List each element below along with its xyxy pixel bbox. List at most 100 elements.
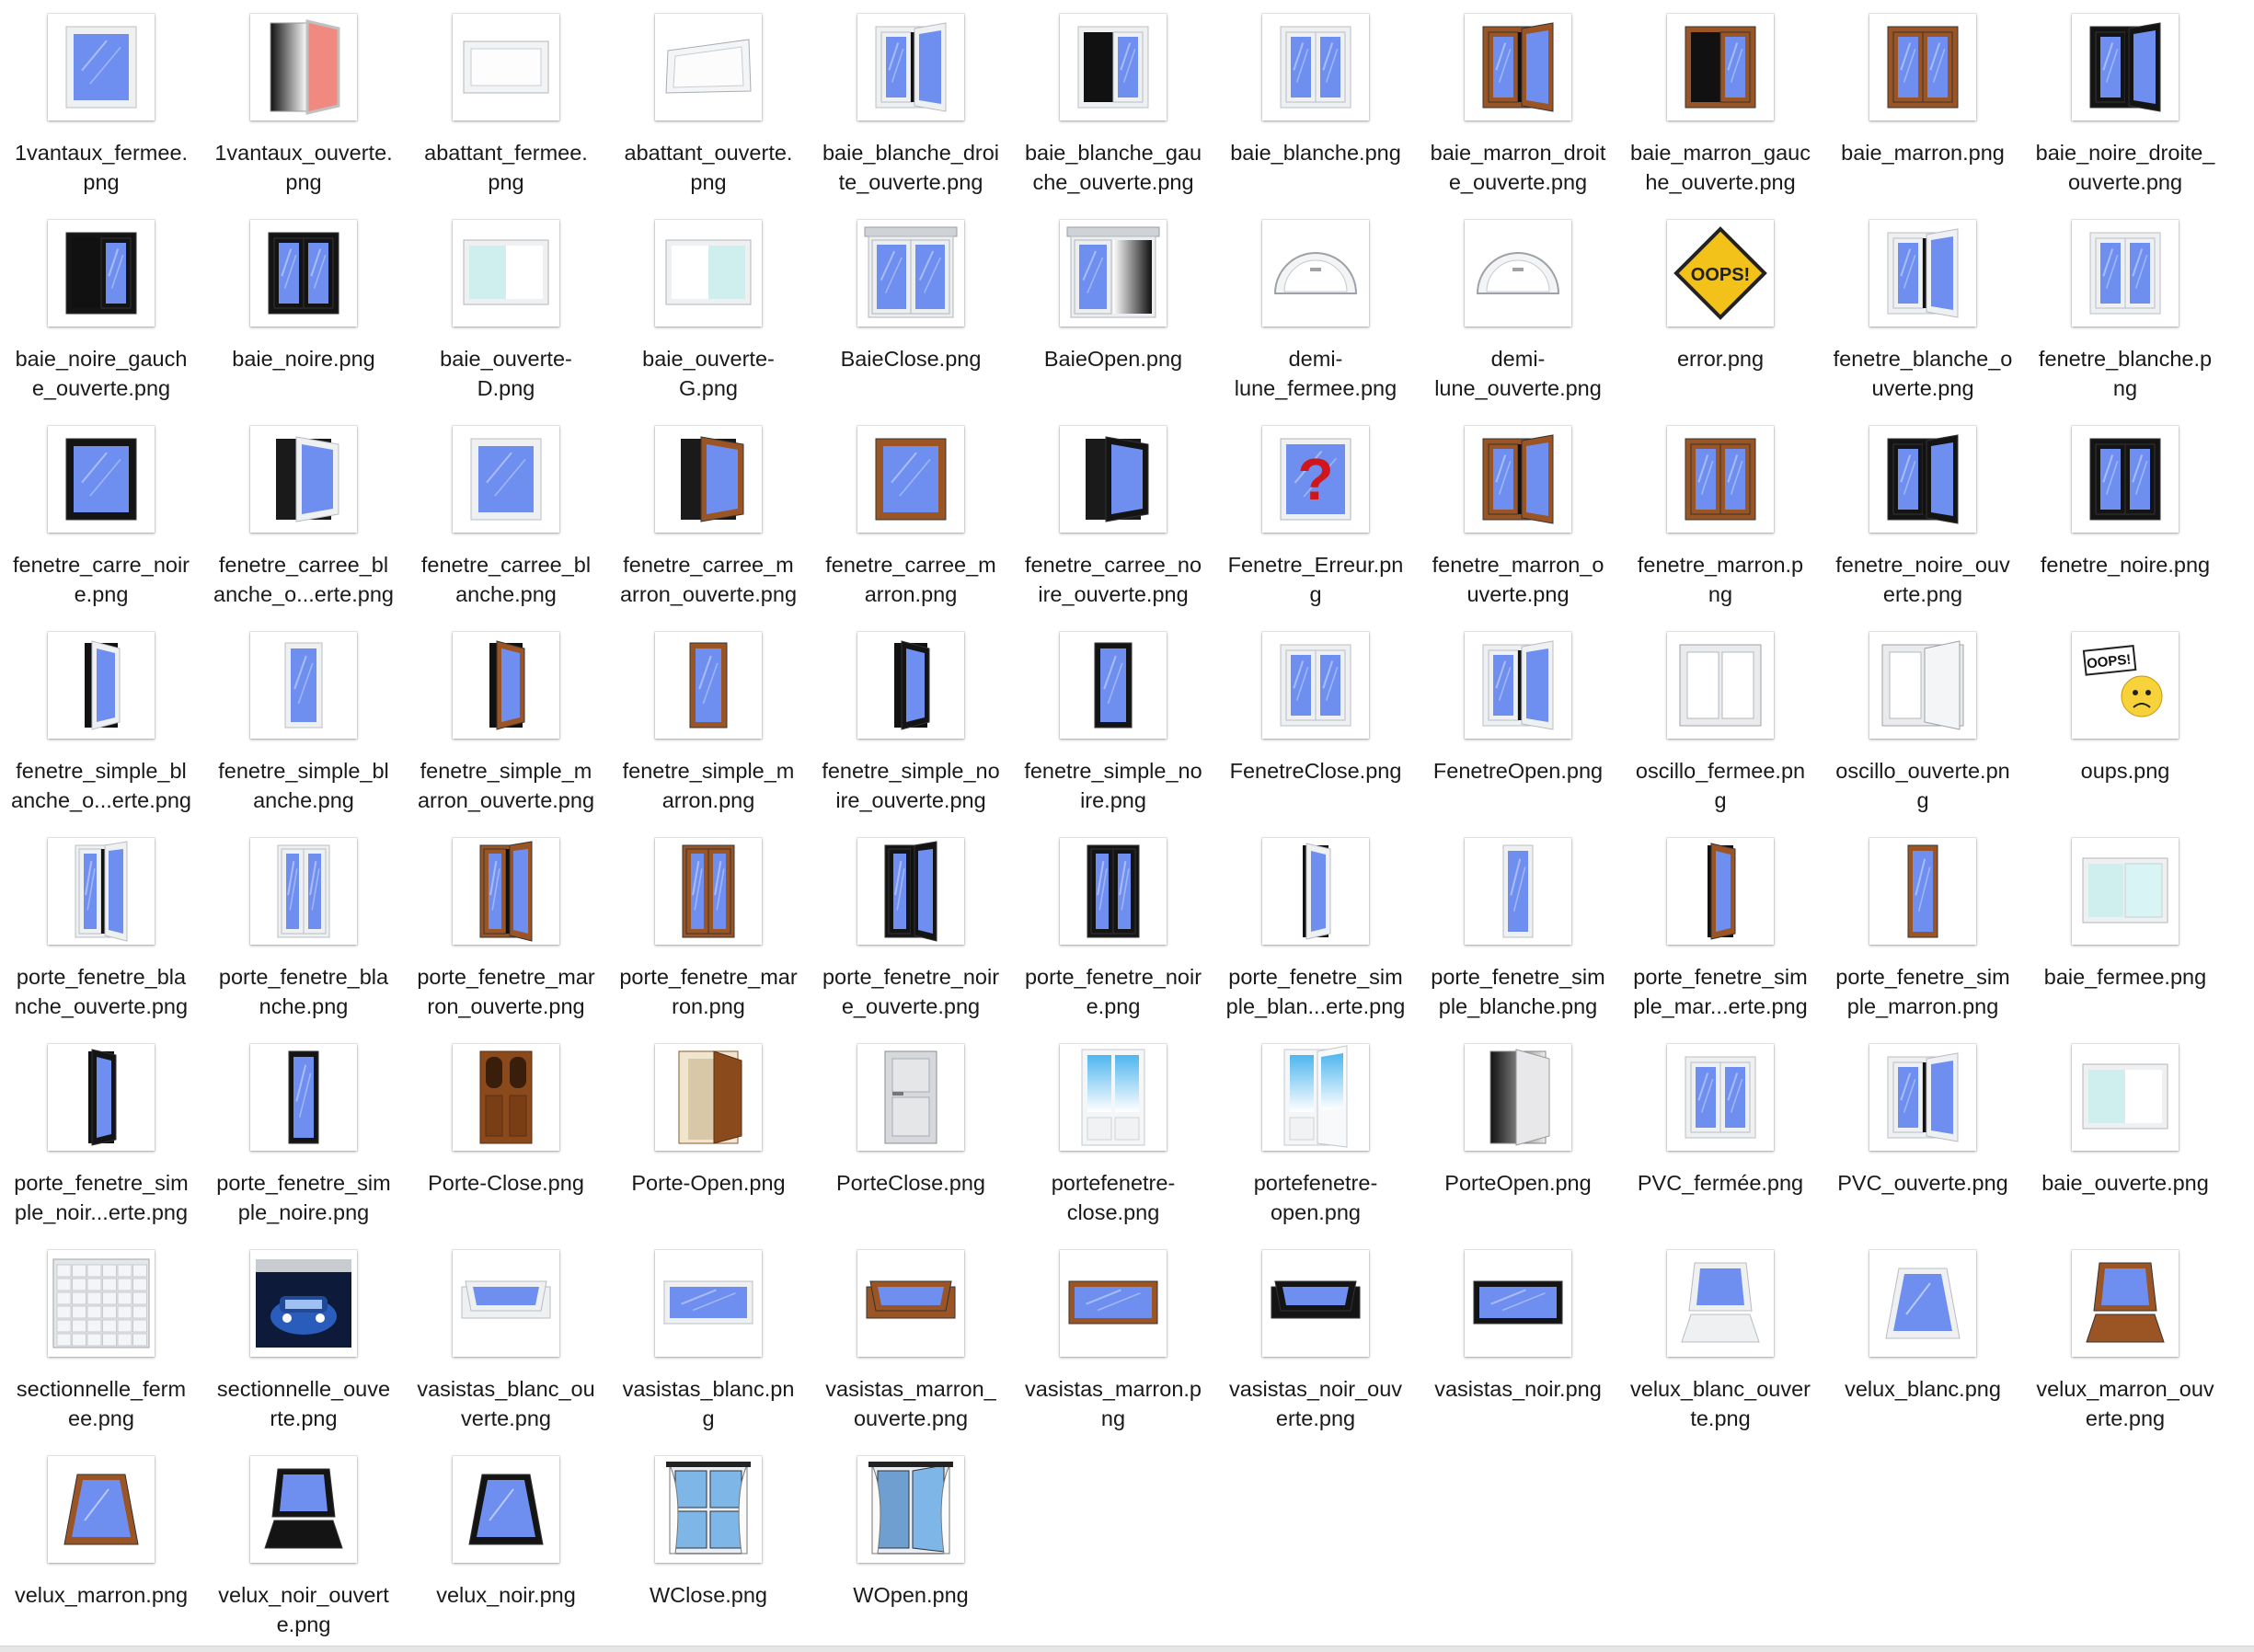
file-thumbnail[interactable] xyxy=(857,13,965,121)
file-item[interactable]: fenetre_carree_bl anche.png xyxy=(405,412,607,618)
file-item[interactable]: OOPS! error.png xyxy=(1619,206,1822,412)
file-name-label[interactable]: portefenetre-open.png xyxy=(1218,1168,1413,1227)
file-name-label[interactable]: 1vantaux_ouverte. png xyxy=(206,138,401,197)
file-thumbnail[interactable] xyxy=(1261,1249,1370,1358)
file-item[interactable]: 1vantaux_ouverte. png xyxy=(202,0,405,206)
file-thumbnail[interactable] xyxy=(1059,837,1167,946)
file-thumbnail[interactable] xyxy=(857,631,965,740)
file-name-label[interactable]: porte_fenetre_sim ple_mar...erte.png xyxy=(1623,962,1818,1021)
file-name-label[interactable]: sectionnelle_ouve rte.png xyxy=(206,1374,401,1433)
file-name-label[interactable]: baie_blanche_droi te_ouverte.png xyxy=(813,138,1008,197)
file-item[interactable]: fenetre_marron.p ng xyxy=(1619,412,1822,618)
file-item[interactable]: baie_noire.png xyxy=(202,206,405,412)
file-name-label[interactable]: velux_marron_ouv erte.png xyxy=(2028,1374,2223,1433)
file-name-label[interactable]: baie_noire.png xyxy=(206,344,401,373)
file-thumbnail[interactable] xyxy=(2071,219,2179,327)
file-thumbnail[interactable] xyxy=(1869,425,1977,533)
file-item[interactable]: demi-lune_ouverte.png xyxy=(1417,206,1619,412)
file-thumbnail[interactable] xyxy=(2071,837,2179,946)
file-item[interactable]: velux_blanc_ouver te.png xyxy=(1619,1236,1822,1442)
file-item[interactable]: fenetre_noire_ouv erte.png xyxy=(1822,412,2024,618)
file-thumbnail[interactable] xyxy=(1059,219,1167,327)
file-name-label[interactable]: Porte-Close.png xyxy=(408,1168,604,1198)
file-name-label[interactable]: porte_fenetre_mar ron_ouverte.png xyxy=(408,962,604,1021)
file-item[interactable]: BaieClose.png xyxy=(810,206,1012,412)
file-thumbnail[interactable] xyxy=(47,13,155,121)
file-thumbnail[interactable] xyxy=(857,425,965,533)
file-thumbnail[interactable] xyxy=(452,425,560,533)
file-thumbnail[interactable] xyxy=(1869,837,1977,946)
file-item[interactable]: demi-lune_fermee.png xyxy=(1214,206,1417,412)
file-thumbnail[interactable] xyxy=(1059,425,1167,533)
file-item[interactable]: fenetre_blanche.p ng xyxy=(2024,206,2226,412)
file-item[interactable]: WClose.png xyxy=(607,1442,810,1648)
file-thumbnail[interactable] xyxy=(452,1043,560,1152)
file-thumbnail[interactable] xyxy=(452,13,560,121)
file-name-label[interactable]: fenetre_carree_m arron_ouverte.png xyxy=(611,550,806,609)
file-name-label[interactable]: porte_fenetre_mar ron.png xyxy=(611,962,806,1021)
file-name-label[interactable]: PVC_fermée.png xyxy=(1623,1168,1818,1198)
file-name-label[interactable]: Fenetre_Erreur.pn g xyxy=(1218,550,1413,609)
file-name-label[interactable]: WOpen.png xyxy=(813,1580,1008,1610)
file-name-label[interactable]: fenetre_simple_m arron_ouverte.png xyxy=(408,756,604,815)
file-item[interactable]: baie_fermee.png xyxy=(2024,824,2226,1030)
file-item[interactable]: fenetre_simple_no ire.png xyxy=(1012,618,1214,824)
file-name-label[interactable]: velux_blanc.png xyxy=(1825,1374,2020,1404)
file-name-label[interactable]: PorteOpen.png xyxy=(1420,1168,1616,1198)
file-thumbnail[interactable] xyxy=(47,425,155,533)
file-name-label[interactable]: fenetre_carree_bl anche.png xyxy=(408,550,604,609)
file-name-label[interactable]: fenetre_noire.png xyxy=(2028,550,2223,579)
file-name-label[interactable]: fenetre_marron_o uverte.png xyxy=(1420,550,1616,609)
file-item[interactable]: fenetre_simple_bl anche_o...erte.png xyxy=(0,618,202,824)
file-thumbnail[interactable] xyxy=(654,13,763,121)
file-item[interactable]: PorteClose.png xyxy=(810,1030,1012,1236)
file-thumbnail[interactable] xyxy=(654,1043,763,1152)
file-thumbnail[interactable] xyxy=(1666,1043,1775,1152)
file-thumbnail[interactable] xyxy=(452,631,560,740)
file-name-label[interactable]: PVC_ouverte.png xyxy=(1825,1168,2020,1198)
file-thumbnail[interactable] xyxy=(1464,219,1572,327)
file-thumbnail[interactable] xyxy=(1059,1249,1167,1358)
file-name-label[interactable]: Porte-Open.png xyxy=(611,1168,806,1198)
file-item[interactable]: baie_blanche_droi te_ouverte.png xyxy=(810,0,1012,206)
file-name-label[interactable]: baie_noire_gauch e_ouverte.png xyxy=(4,344,199,403)
file-thumbnail[interactable] xyxy=(1869,1043,1977,1152)
file-thumbnail[interactable] xyxy=(654,837,763,946)
file-name-label[interactable]: fenetre_carree_bl anche_o...erte.png xyxy=(206,550,401,609)
file-name-label[interactable]: porte_fenetre_noir e_ouverte.png xyxy=(813,962,1008,1021)
file-name-label[interactable]: vasistas_noir_ouv erte.png xyxy=(1218,1374,1413,1433)
file-item[interactable]: vasistas_noir.png xyxy=(1417,1236,1619,1442)
file-item[interactable]: porte_fenetre_sim ple_mar...erte.png xyxy=(1619,824,1822,1030)
file-name-label[interactable]: velux_blanc_ouver te.png xyxy=(1623,1374,1818,1433)
file-thumbnail[interactable] xyxy=(47,219,155,327)
file-thumbnail[interactable] xyxy=(654,425,763,533)
file-name-label[interactable]: vasistas_noir.png xyxy=(1420,1374,1616,1404)
file-item[interactable]: porte_fenetre_mar ron.png xyxy=(607,824,810,1030)
file-thumbnail[interactable] xyxy=(1666,425,1775,533)
file-name-label[interactable]: porte_fenetre_bla nche.png xyxy=(206,962,401,1021)
file-item[interactable]: fenetre_carree_bl anche_o...erte.png xyxy=(202,412,405,618)
file-thumbnail[interactable]: ? xyxy=(1261,425,1370,533)
file-thumbnail[interactable] xyxy=(654,1455,763,1564)
file-item[interactable]: PorteOpen.png xyxy=(1417,1030,1619,1236)
file-item[interactable]: baie_ouverte.png xyxy=(2024,1030,2226,1236)
file-item[interactable]: porte_fenetre_sim ple_noir...erte.png xyxy=(0,1030,202,1236)
file-item[interactable]: baie_blanche_gau che_ouverte.png xyxy=(1012,0,1214,206)
file-name-label[interactable]: vasistas_blanc_ou verte.png xyxy=(408,1374,604,1433)
file-name-label[interactable]: FenetreOpen.png xyxy=(1420,756,1616,786)
file-thumbnail[interactable] xyxy=(249,425,358,533)
file-name-label[interactable]: oscillo_fermee.pn g xyxy=(1623,756,1818,815)
file-thumbnail[interactable] xyxy=(47,631,155,740)
file-name-label[interactable]: fenetre_blanche.p ng xyxy=(2028,344,2223,403)
file-thumbnail[interactable] xyxy=(47,1249,155,1358)
file-name-label[interactable]: baie_marron_droit e_ouverte.png xyxy=(1420,138,1616,197)
file-name-label[interactable]: baie_ouverte- D.png xyxy=(408,344,604,403)
file-name-label[interactable]: velux_noir_ouvert e.png xyxy=(206,1580,401,1639)
file-item[interactable]: vasistas_blanc_ou verte.png xyxy=(405,1236,607,1442)
file-name-label[interactable]: PorteClose.png xyxy=(813,1168,1008,1198)
file-thumbnail[interactable] xyxy=(1464,1249,1572,1358)
file-thumbnail[interactable] xyxy=(1869,631,1977,740)
file-thumbnail[interactable] xyxy=(47,1455,155,1564)
file-item[interactable]: abattant_ouverte. png xyxy=(607,0,810,206)
file-item[interactable]: baie_marron_droit e_ouverte.png xyxy=(1417,0,1619,206)
